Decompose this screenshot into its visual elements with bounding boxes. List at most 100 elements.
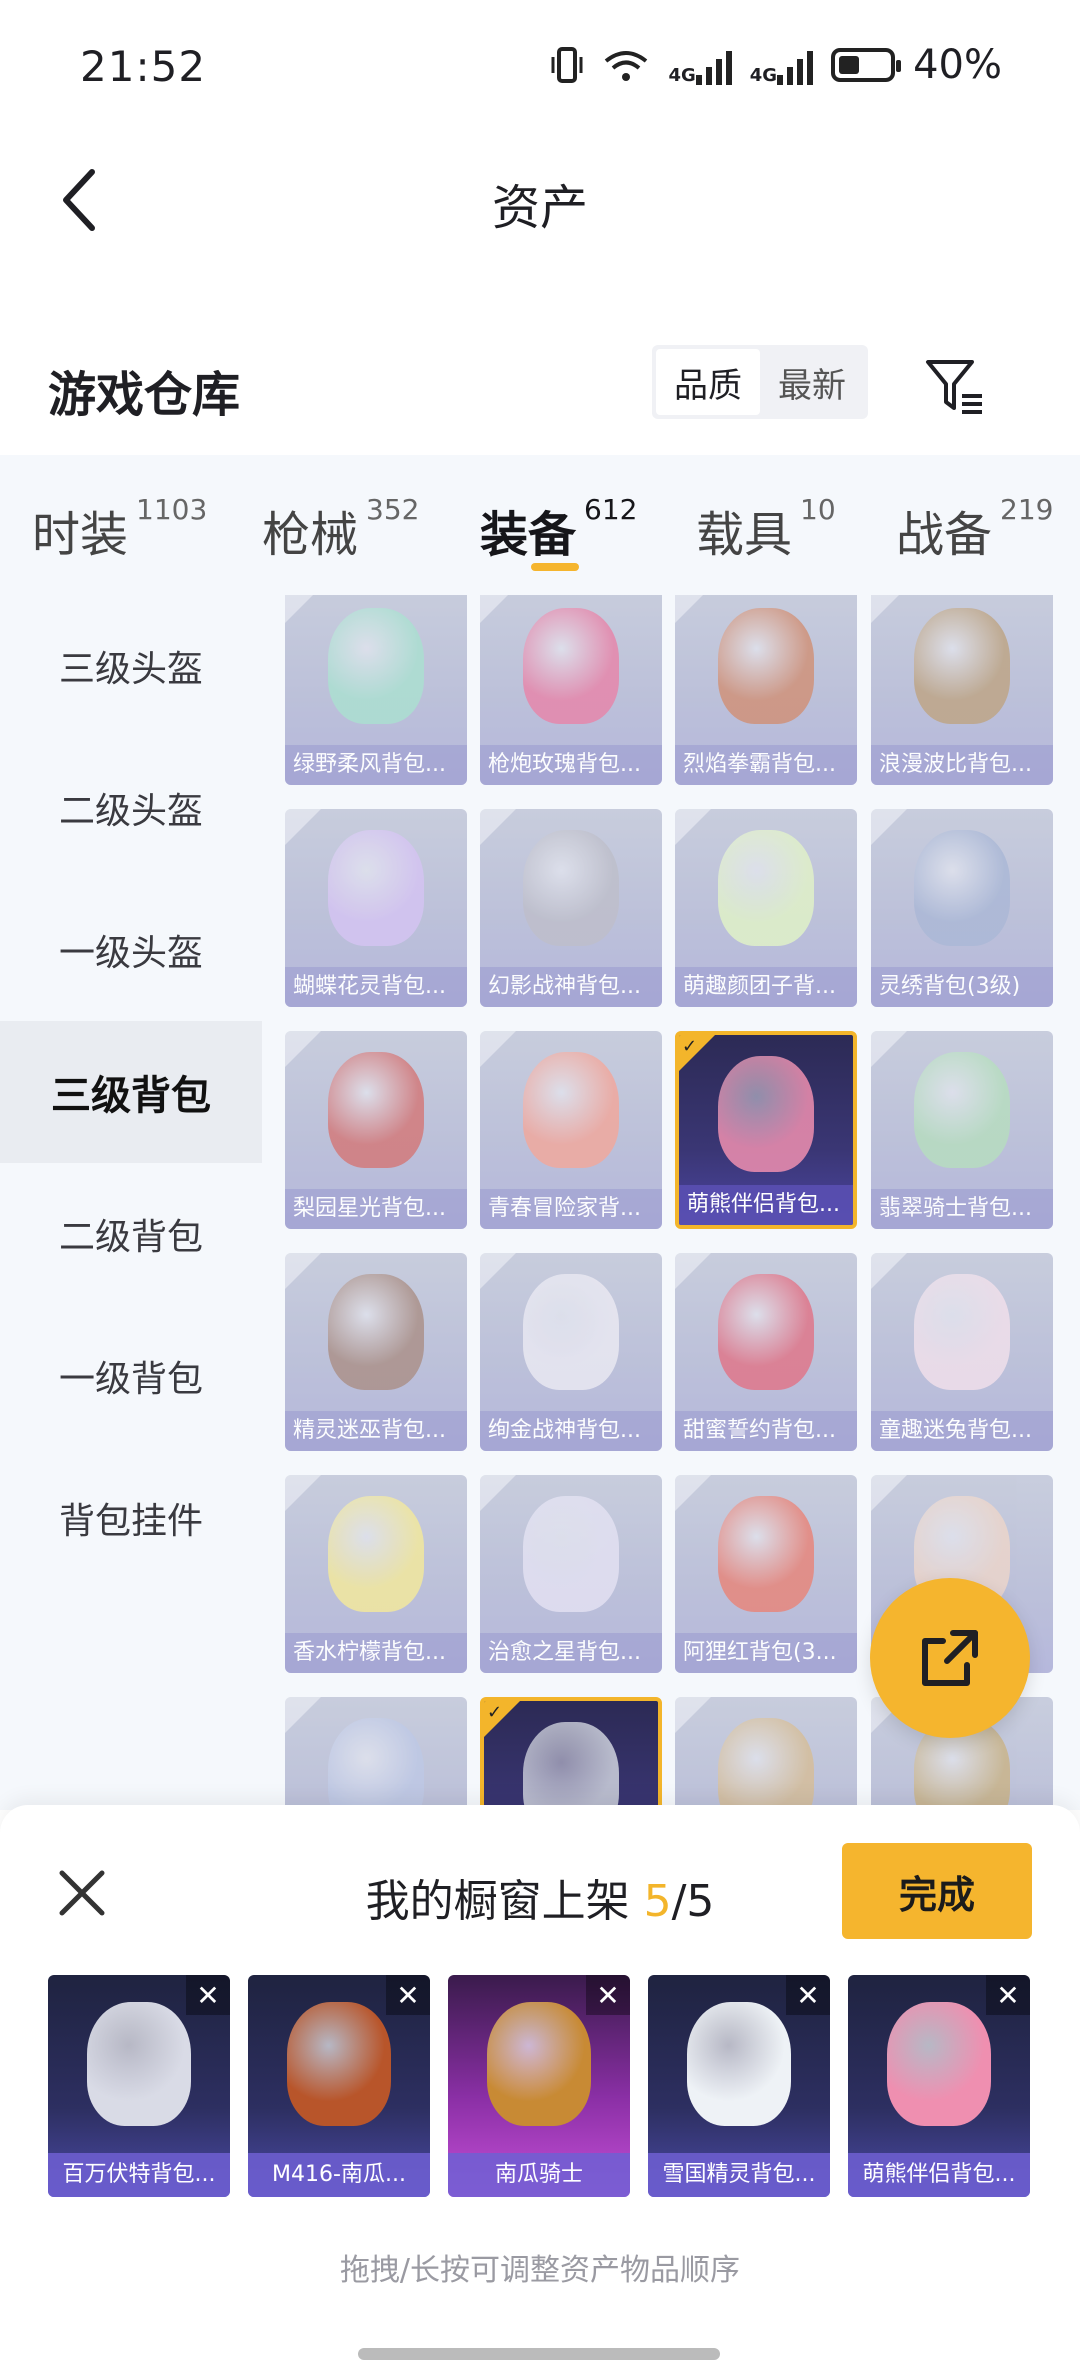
item-name: 治愈之星背包... <box>480 1633 662 1673</box>
item-card[interactable]: ✓ 萌熊伴侣背包... <box>675 1031 857 1229</box>
item-name: 精灵迷巫背包... <box>285 1411 467 1451</box>
item-card[interactable]: 治愈之星背包... <box>480 1475 662 1673</box>
remove-icon[interactable]: ✕ <box>986 1975 1030 2015</box>
item-name: 阿狸红背包(3... <box>675 1633 857 1673</box>
share-button[interactable] <box>870 1578 1030 1738</box>
item-name: 梨园星光背包... <box>285 1189 467 1229</box>
item-icon <box>687 2002 791 2126</box>
remove-icon[interactable]: ✕ <box>586 1975 630 2015</box>
backpack-icon <box>523 1052 619 1168</box>
item-name: 萌熊伴侣背包... <box>679 1185 853 1225</box>
check-corner <box>480 595 516 623</box>
remove-icon[interactable]: ✕ <box>786 1975 830 2015</box>
item-card[interactable]: 绿野柔风背包... <box>285 595 467 785</box>
wifi-icon <box>602 45 650 85</box>
tab-supplies[interactable]: 战备 219 <box>896 493 1053 565</box>
showcase-item[interactable]: ✕ 南瓜骑士 <box>448 1975 630 2197</box>
check-corner <box>675 1253 711 1289</box>
item-card[interactable] <box>285 1697 467 1810</box>
backpack-icon <box>718 1056 814 1172</box>
item-card[interactable]: 翡翠骑士背包... <box>871 1031 1053 1229</box>
tab-underline <box>531 563 579 571</box>
backpack-icon <box>718 1718 814 1810</box>
item-card[interactable]: 幻影战神背包... <box>480 809 662 1007</box>
remove-icon[interactable]: ✕ <box>386 1975 430 2015</box>
sidebar-item-helmet-1[interactable]: 一级头盔 <box>0 879 262 1021</box>
showcase-item[interactable]: ✕ 百万伏特背包... <box>48 1975 230 2197</box>
showcase-count: 5 <box>643 1876 672 1927</box>
sort-toggle: 品质 最新 <box>652 345 868 419</box>
sidebar-item-backpack-charm[interactable]: 背包挂件 <box>0 1447 262 1589</box>
showcase-item[interactable]: ✕ 雪国精灵背包... <box>648 1975 830 2197</box>
item-card[interactable]: 烈焰拳霸背包... <box>675 595 857 785</box>
item-name: 蝴蝶花灵背包... <box>285 967 467 1007</box>
item-card[interactable]: 阿狸红背包(3... <box>675 1475 857 1673</box>
item-card[interactable] <box>675 1697 857 1810</box>
reorder-hint: 拖拽/长按可调整资产物品顺序 <box>339 2253 741 2288</box>
home-indicator <box>358 2348 720 2360</box>
item-card[interactable]: 梨园星光背包... <box>285 1031 467 1229</box>
filter-icon <box>926 360 982 414</box>
sidebar-item-backpack-2[interactable]: 二级背包 <box>0 1163 262 1305</box>
sidebar-item-backpack-3[interactable]: 三级背包 <box>0 1021 262 1163</box>
backpack-icon <box>328 1718 424 1810</box>
check-corner <box>285 1475 321 1511</box>
item-card[interactable]: ✓ <box>480 1697 662 1810</box>
item-card[interactable]: 香水柠檬背包... <box>285 1475 467 1673</box>
item-name: 青春冒险家背... <box>480 1189 662 1229</box>
check-corner <box>480 809 516 845</box>
item-name: 甜蜜誓约背包... <box>675 1411 857 1451</box>
check-corner <box>871 1031 907 1067</box>
check-corner <box>675 1697 711 1733</box>
item-card[interactable]: 萌趣颜团子背... <box>675 809 857 1007</box>
item-card[interactable]: 青春冒险家背... <box>480 1031 662 1229</box>
check-corner <box>480 1031 516 1067</box>
showcase-item[interactable]: ✕ 萌熊伴侣背包... <box>848 1975 1030 2197</box>
backpack-icon <box>914 608 1010 724</box>
sidebar-item-backpack-1[interactable]: 一级背包 <box>0 1305 262 1447</box>
item-card[interactable]: 蝴蝶花灵背包... <box>285 809 467 1007</box>
check-corner <box>285 595 321 623</box>
backpack-icon <box>328 1052 424 1168</box>
sidebar-item-helmet-3[interactable]: 三级头盔 <box>0 595 262 737</box>
check-corner <box>480 1475 516 1511</box>
sort-option-latest[interactable]: 最新 <box>760 349 864 415</box>
warehouse-title: 游戏仓库 <box>48 367 241 423</box>
remove-icon[interactable]: ✕ <box>186 1975 230 2015</box>
item-card[interactable]: 枪炮玫瑰背包... <box>480 595 662 785</box>
page-title: 资产 <box>491 180 588 236</box>
item-card[interactable]: 绚金战神背包... <box>480 1253 662 1451</box>
check-corner <box>675 809 711 845</box>
item-card[interactable]: 浪漫波比背包... <box>871 595 1053 785</box>
filter-button[interactable] <box>920 351 990 421</box>
item-name: 童趣迷兔背包... <box>871 1411 1053 1451</box>
backpack-icon <box>914 830 1010 946</box>
sort-option-quality[interactable]: 品质 <box>656 349 760 415</box>
item-name: 翡翠骑士背包... <box>871 1189 1053 1229</box>
item-card[interactable]: 精灵迷巫背包... <box>285 1253 467 1451</box>
showcase-item[interactable]: ✕ M416-南瓜... <box>248 1975 430 2197</box>
done-button[interactable]: 完成 <box>842 1843 1032 1939</box>
item-card[interactable]: 童趣迷兔背包... <box>871 1253 1053 1451</box>
warehouse-bar: 游戏仓库 品质 最新 <box>0 335 1080 435</box>
tab-outfit[interactable]: 时装 1103 <box>32 493 207 565</box>
signal-icon: 4G <box>750 45 814 85</box>
tab-weapons[interactable]: 枪械 352 <box>262 493 419 565</box>
showcase-item-name: 萌熊伴侣背包... <box>848 2153 1030 2197</box>
sidebar-item-helmet-2[interactable]: 二级头盔 <box>0 737 262 879</box>
backpack-icon <box>718 1274 814 1390</box>
check-corner <box>871 809 907 845</box>
backpack-icon <box>523 608 619 724</box>
backpack-icon <box>523 830 619 946</box>
tab-equipment[interactable]: 装备 612 <box>480 493 637 565</box>
check-corner <box>871 1253 907 1289</box>
battery-icon <box>831 48 902 82</box>
tab-vehicles[interactable]: 载具 10 <box>696 493 836 565</box>
check-corner <box>285 1253 321 1289</box>
item-card[interactable]: 灵绣背包(3级) <box>871 809 1053 1007</box>
item-icon <box>87 2002 191 2126</box>
category-tabs: 时装 1103 枪械 352 装备 612 载具 10 战备 219 <box>0 455 1080 595</box>
item-icon <box>887 2002 991 2126</box>
checkmark-icon: ✓ <box>682 1036 698 1057</box>
item-card[interactable]: 甜蜜誓约背包... <box>675 1253 857 1451</box>
